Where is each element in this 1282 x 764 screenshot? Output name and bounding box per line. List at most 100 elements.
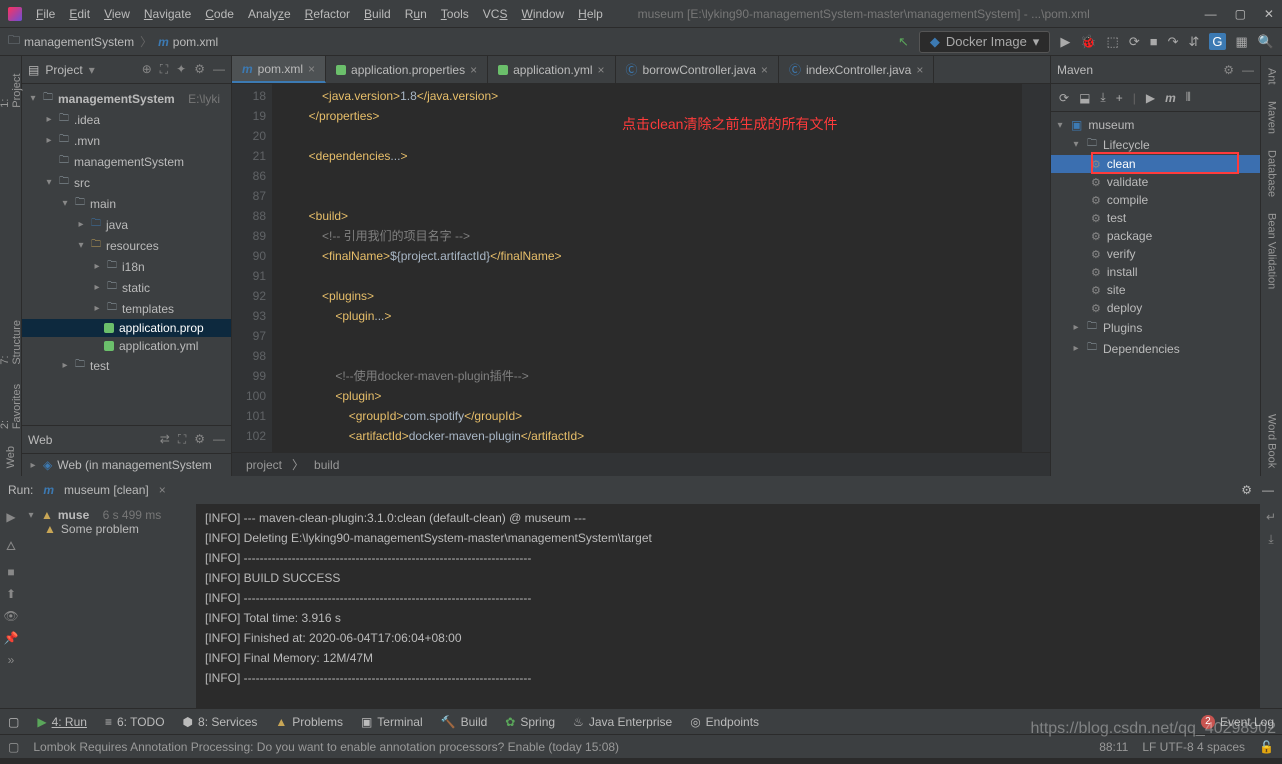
left-tab-project[interactable]: 1: Project — [0, 68, 23, 108]
bottom-services[interactable]: ⬢8: Services — [183, 715, 258, 729]
maximize-icon[interactable]: ▢ — [1235, 7, 1246, 21]
code-crumb-project[interactable]: project — [246, 458, 282, 472]
rerun-icon[interactable]: ▶ — [6, 510, 15, 524]
right-tab-ant[interactable]: Ant — [1266, 68, 1278, 85]
bottom-java-ee[interactable]: ♨Java Enterprise — [573, 715, 672, 729]
menu-code[interactable]: Code — [205, 7, 234, 21]
lifecycle-verify: ⚙verify — [1051, 245, 1260, 263]
left-tab-favorites[interactable]: 2: Favorites — [0, 380, 23, 429]
tab-index[interactable]: ⒸindexController.java× — [779, 56, 934, 83]
stop-button[interactable]: ■ — [1150, 34, 1158, 49]
search-icon[interactable]: 🔍 — [1258, 34, 1274, 50]
bottom-build[interactable]: 🔨Build — [441, 715, 488, 729]
hide-icon[interactable]: — — [1262, 483, 1274, 497]
translation-icon[interactable]: G — [1209, 33, 1225, 50]
scroll-end-icon[interactable]: ⤓ — [1268, 532, 1273, 547]
menu-edit[interactable]: Edit — [69, 7, 90, 21]
update-button[interactable]: ↷ — [1168, 34, 1179, 50]
crumb-root[interactable]: managementSystem — [24, 35, 134, 49]
right-tab-bean[interactable]: Bean Validation — [1266, 213, 1278, 289]
more-icon[interactable]: » — [8, 653, 15, 667]
expand-icon[interactable]: ⛶ — [160, 62, 168, 77]
menu-file[interactable]: File — [36, 7, 55, 21]
run-tree[interactable]: ▾▲muse 6 s 499 ms ▲Some problem — [22, 504, 197, 708]
menu-build[interactable]: Build — [364, 7, 391, 21]
status-icon[interactable]: ▢ — [8, 740, 19, 754]
run-console[interactable]: [INFO] --- maven-clean-plugin:3.1.0:clea… — [197, 504, 1260, 708]
bottom-run[interactable]: ▶4: Run — [37, 715, 87, 729]
filter-icon[interactable]: 👁 — [3, 609, 18, 623]
tab-app-props[interactable]: application.properties× — [326, 56, 488, 83]
menu-analyze[interactable]: Analyze — [248, 7, 291, 21]
run-tab[interactable]: museum [clean] — [64, 483, 149, 497]
menu-help[interactable]: Help — [578, 7, 603, 21]
menu-run[interactable]: Run — [405, 7, 427, 21]
generate-sources-icon[interactable]: ⬓ — [1079, 91, 1090, 105]
run-config-select[interactable]: ◆Docker Image▾ — [919, 31, 1050, 53]
right-tab-word[interactable]: Word Book — [1266, 414, 1278, 468]
collapse-icon[interactable]: ✦ — [176, 62, 186, 77]
tab-pom[interactable]: mpom.xml× — [232, 56, 326, 83]
code-editor[interactable]: 点击clean清除之前生成的所有文件 <java.version>1.8</ja… — [272, 84, 1022, 452]
bottom-event-log[interactable]: 2Event Log — [1201, 715, 1274, 729]
profiler-button[interactable]: ⟳ — [1129, 34, 1140, 50]
vcs-button[interactable]: ⇵ — [1188, 34, 1199, 50]
project-tree[interactable]: ▾🗀managementSystem E:\lyki ▸🗀.idea ▸🗀.mv… — [22, 84, 231, 425]
lifecycle-install: ⚙install — [1051, 263, 1260, 281]
hide-icon[interactable]: — — [1242, 63, 1254, 77]
menu-window[interactable]: Window — [521, 7, 564, 21]
close-icon[interactable]: ✕ — [1264, 7, 1274, 21]
menu-view[interactable]: View — [104, 7, 130, 21]
menu-refactor[interactable]: Refactor — [305, 7, 350, 21]
download-icon[interactable]: ⤓ — [1100, 90, 1105, 105]
annotation-text: 点击clean清除之前生成的所有文件 — [622, 114, 837, 134]
menu-navigate[interactable]: Navigate — [144, 7, 191, 21]
vcs-back-icon[interactable]: ↖ — [898, 34, 909, 50]
status-message: Lombok Requires Annotation Processing: D… — [33, 740, 619, 754]
debug-button[interactable]: 🐞 — [1080, 34, 1096, 50]
crumb-file[interactable]: pom.xml — [173, 35, 218, 49]
pin-icon[interactable]: 📌 — [4, 631, 19, 645]
left-tab-structure[interactable]: 7: Structure — [0, 316, 23, 365]
up-icon[interactable]: ⬆ — [6, 587, 16, 601]
gear-icon[interactable]: ⚙ — [1223, 63, 1234, 77]
attach-icon[interactable]: 🜂 — [6, 532, 17, 557]
right-tab-database[interactable]: Database — [1266, 150, 1278, 197]
run-maven-icon[interactable]: ▶ — [1146, 91, 1155, 105]
right-tab-maven[interactable]: Maven — [1266, 101, 1278, 134]
gear-icon[interactable]: ⚙ — [1241, 483, 1252, 497]
gear-icon[interactable]: ⚙ — [194, 62, 205, 77]
menu-tools[interactable]: Tools — [441, 7, 469, 21]
tab-app-yml[interactable]: application.yml× — [488, 56, 615, 83]
bottom-todo[interactable]: ≡6: TODO — [105, 715, 165, 729]
menu-vcs[interactable]: VCS — [483, 7, 508, 21]
bottom-endpoints[interactable]: ◎Endpoints — [690, 715, 759, 729]
reimport-icon[interactable]: ⟳ — [1059, 91, 1069, 105]
minimap[interactable] — [1022, 84, 1050, 452]
close-run-tab[interactable]: × — [159, 483, 166, 497]
close-tab-icon[interactable]: × — [308, 62, 315, 76]
maven-m-icon[interactable]: m — [1165, 91, 1176, 105]
coverage-button[interactable]: ⬚ — [1107, 34, 1119, 50]
highlight-box — [1091, 152, 1239, 174]
lifecycle-deploy: ⚙deploy — [1051, 299, 1260, 317]
locate-icon[interactable]: ⊕ — [142, 62, 152, 77]
tab-borrow[interactable]: ⒸborrowController.java× — [616, 56, 779, 83]
bottom-expand-icon[interactable]: ▢ — [8, 715, 19, 729]
encoding: LF UTF-8 4 spaces — [1142, 740, 1245, 754]
stop-icon[interactable]: ■ — [7, 565, 14, 579]
add-icon[interactable]: + — [1116, 91, 1123, 105]
left-tab-web[interactable]: Web — [5, 446, 17, 468]
bottom-problems[interactable]: ▲Problems — [275, 715, 343, 729]
bottom-terminal[interactable]: ▣Terminal — [361, 715, 423, 729]
bottom-spring[interactable]: ✿Spring — [505, 715, 555, 729]
code-crumb-build[interactable]: build — [314, 458, 339, 472]
run-button[interactable]: ▶ — [1060, 34, 1070, 50]
minimize-icon[interactable]: — — [1205, 7, 1217, 21]
project-structure-icon[interactable]: ▦ — [1236, 34, 1248, 50]
lock-icon[interactable]: 🔓 — [1259, 740, 1274, 754]
toggle-offline-icon[interactable]: ⫴ — [1186, 90, 1191, 105]
dropdown-icon[interactable]: ▾ — [89, 63, 95, 77]
soft-wrap-icon[interactable]: ↵ — [1266, 510, 1276, 524]
hide-icon[interactable]: — — [213, 62, 225, 77]
